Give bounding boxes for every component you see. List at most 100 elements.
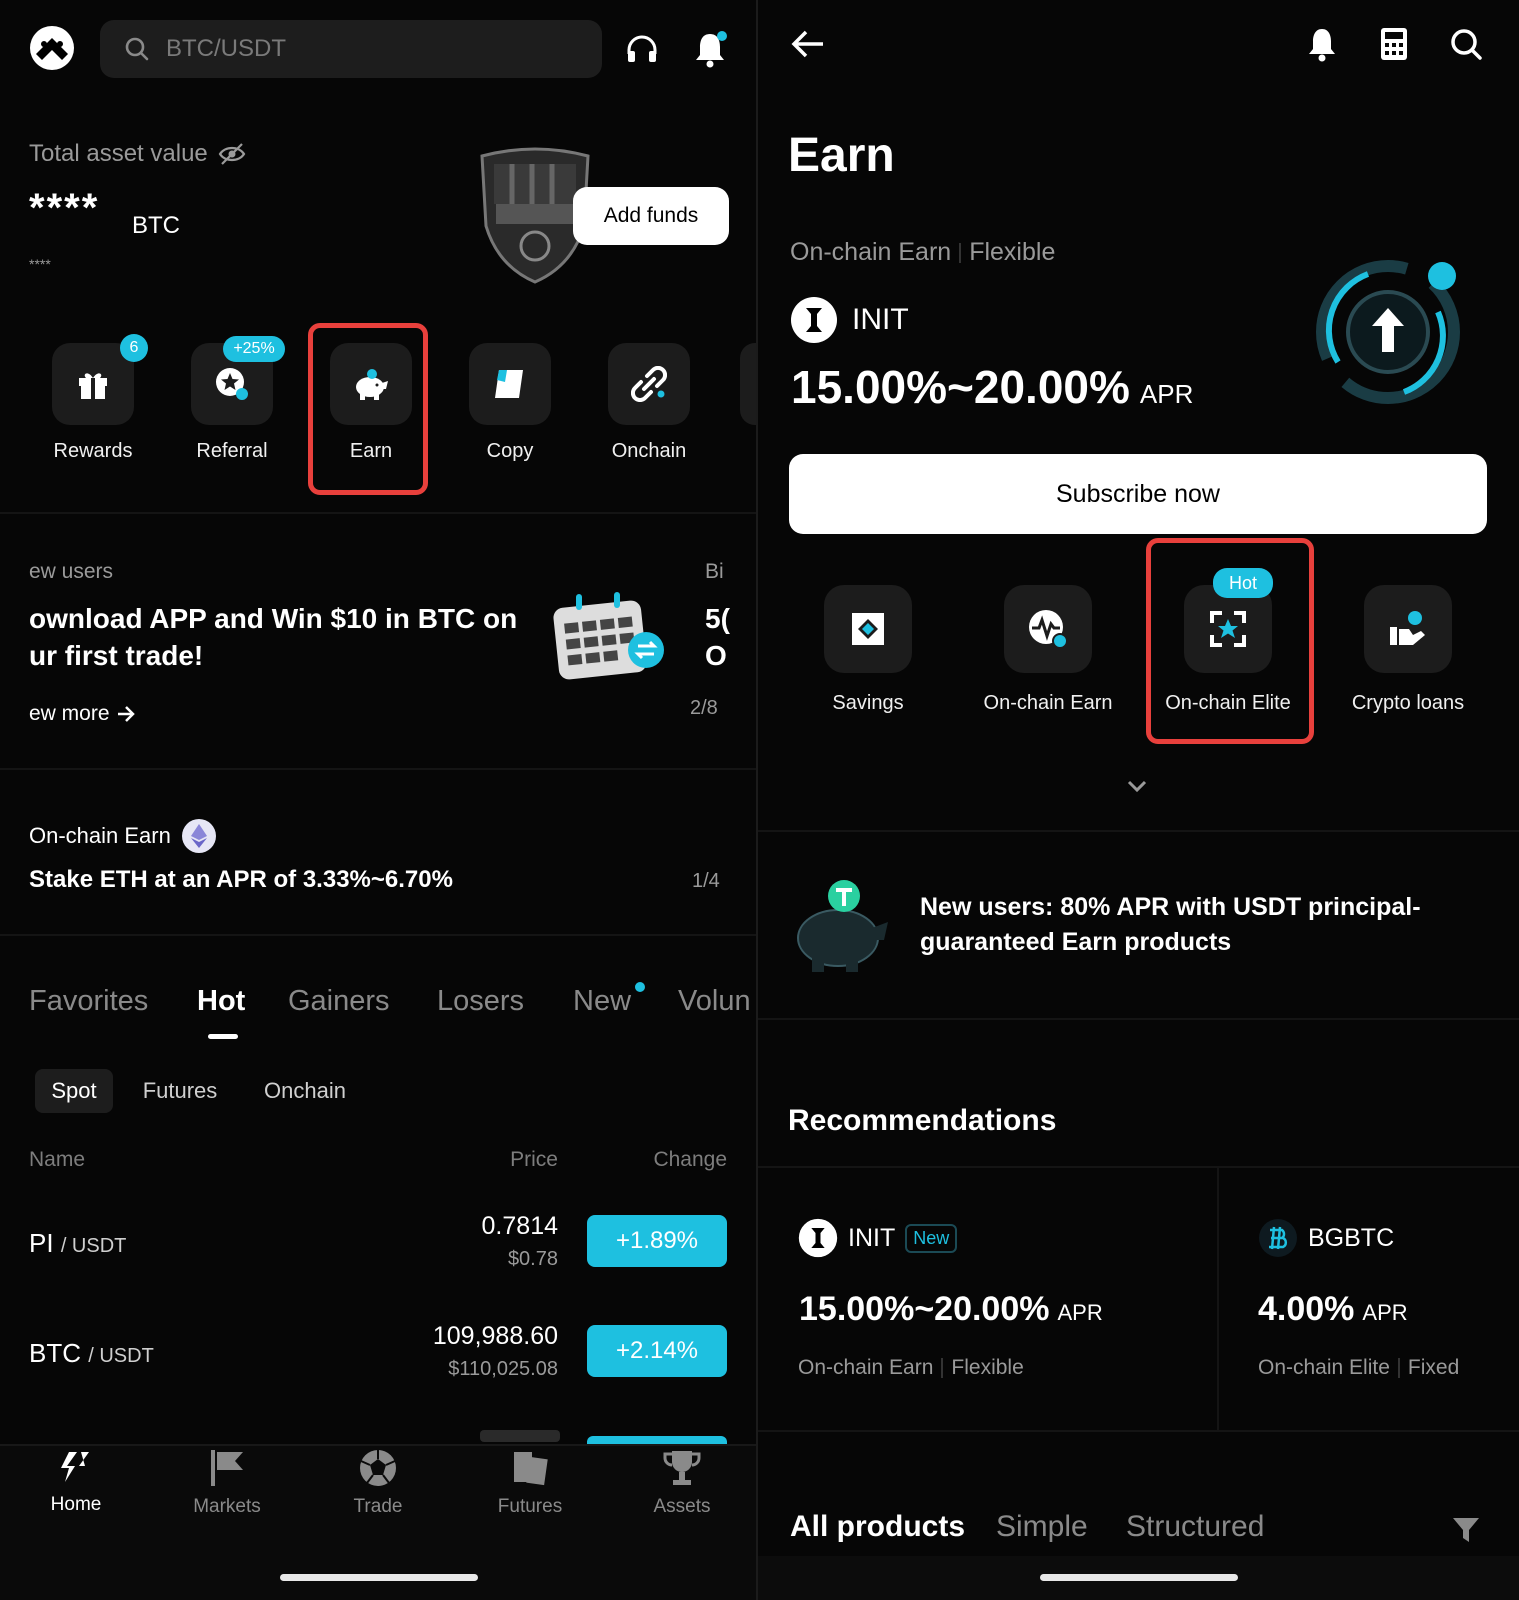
- hero-category: On-chain Earn: [790, 238, 952, 266]
- card-term: Fixed: [1407, 1356, 1460, 1379]
- app-logo-icon[interactable]: [28, 24, 76, 72]
- promo-title-line1: ownload APP and Win $10 in BTC on: [29, 603, 518, 634]
- new-badge: New: [905, 1223, 958, 1253]
- tab-losers[interactable]: Losers: [437, 985, 524, 1018]
- card-apr-value: 4.00%: [1258, 1290, 1355, 1328]
- search-bar[interactable]: BTC/USDT: [100, 20, 602, 78]
- card-apr: 4.00% APR: [1258, 1290, 1408, 1329]
- nav-assets-label: Assets: [653, 1496, 711, 1517]
- subtab-onchain[interactable]: Onchain: [252, 1069, 358, 1113]
- change-badge[interactable]: +2.14%: [587, 1325, 727, 1377]
- tab-structured[interactable]: Structured: [1126, 1510, 1264, 1544]
- tab-hot[interactable]: Hot: [197, 985, 245, 1018]
- tab-favorites[interactable]: Favorites: [29, 985, 148, 1018]
- onchain-button[interactable]: [608, 343, 690, 425]
- crypto-loans-label: Crypto loans: [1351, 692, 1465, 714]
- futures-cards-icon: [514, 1452, 548, 1486]
- new-user-banner-line1: New users: 80% APR with USDT principal-: [920, 893, 1421, 921]
- new-user-banner-line2: guaranteed Earn products: [920, 928, 1232, 956]
- back-arrow-icon[interactable]: [788, 24, 828, 64]
- support-headset-icon[interactable]: [622, 30, 662, 70]
- hero-coin-name: INIT: [852, 303, 909, 336]
- notification-bell-icon[interactable]: [690, 28, 730, 70]
- search-icon: [125, 37, 149, 61]
- hero-apr: 15.00%~20.00% APR: [791, 360, 1193, 414]
- piggy-bank-illustration: [792, 878, 892, 976]
- card-apr-label: APR: [1057, 1300, 1103, 1325]
- new-user-banner-text[interactable]: New users: 80% APR with USDT principal- …: [920, 890, 1421, 960]
- soccer-ball-icon: [360, 1450, 396, 1486]
- tab-simple[interactable]: Simple: [996, 1510, 1088, 1544]
- savings-label: Savings: [832, 692, 904, 714]
- nav-markets-label: Markets: [193, 1496, 261, 1517]
- promo-title-line2: ur first trade!: [29, 640, 204, 671]
- hero-apr-value: 15.00%~20.00%: [791, 361, 1130, 413]
- copy-label: Copy: [486, 440, 534, 462]
- tab-new[interactable]: New: [573, 985, 631, 1018]
- gift-icon: [79, 373, 107, 399]
- asset-label: Total asset value: [29, 140, 208, 167]
- column-change-header[interactable]: Change: [653, 1148, 727, 1172]
- pair-base: PI: [29, 1228, 54, 1258]
- nav-trade[interactable]: Trade: [308, 1448, 448, 1518]
- arrow-right-icon: [117, 706, 135, 722]
- subtab-futures[interactable]: Futures: [132, 1069, 228, 1113]
- promo-title[interactable]: ownload APP and Win $10 in BTC on ur fir…: [29, 600, 517, 674]
- copy-button[interactable]: [469, 343, 551, 425]
- nav-home[interactable]: Home: [6, 1448, 146, 1516]
- card-coin: BGBTC: [1258, 1218, 1394, 1258]
- subtab-spot[interactable]: Spot: [35, 1069, 113, 1113]
- subscribe-now-button[interactable]: Subscribe now: [789, 454, 1487, 534]
- onchain-earn-button[interactable]: [1004, 585, 1092, 673]
- nav-assets[interactable]: Assets: [612, 1448, 752, 1518]
- upload-rotation-illustration: [1308, 252, 1468, 412]
- hero-meta: On-chain Earn Flexible: [790, 238, 1055, 267]
- rewards-label: Rewards: [53, 440, 133, 462]
- promo-link-text: ew more: [29, 702, 110, 725]
- page-title: Earn: [788, 129, 895, 182]
- recommendations-title: Recommendations: [788, 1104, 1057, 1137]
- hand-coin-icon: [1390, 611, 1425, 645]
- onchain-banner-title: On-chain Earn: [29, 823, 171, 848]
- referral-label: Referral: [196, 440, 268, 462]
- nav-futures[interactable]: Futures: [460, 1448, 600, 1518]
- pair-quote: / USDT: [60, 1235, 127, 1257]
- hero-apr-label: APR: [1139, 379, 1194, 409]
- pulse-chart-icon: [1029, 610, 1068, 649]
- nav-trade-label: Trade: [353, 1496, 403, 1517]
- column-price-header[interactable]: Price: [510, 1148, 558, 1172]
- onchain-banner-header: On-chain Earn: [29, 818, 217, 854]
- tab-volume[interactable]: Volun: [678, 985, 751, 1018]
- change-badge[interactable]: +1.89%: [587, 1215, 727, 1267]
- nav-markets[interactable]: Markets: [157, 1448, 297, 1518]
- home-indicator: [280, 1574, 478, 1581]
- filter-funnel-icon[interactable]: [1450, 1514, 1482, 1546]
- savings-box-icon: [852, 613, 884, 645]
- promo-view-more-link[interactable]: ew more: [29, 702, 136, 726]
- chevron-down-icon[interactable]: [1122, 776, 1152, 796]
- search-icon[interactable]: [1446, 24, 1486, 64]
- card-coin-name: INIT: [848, 1223, 896, 1252]
- init-coin-icon: [791, 297, 837, 343]
- asset-masked-sub: ****: [29, 256, 51, 272]
- onchain-banner-pager: 1/4: [692, 870, 720, 892]
- more-actions-tile[interactable]: [740, 343, 756, 425]
- hide-balance-icon[interactable]: [218, 142, 246, 166]
- promo-side-tag: Bi: [705, 560, 724, 583]
- crypto-loans-button[interactable]: [1364, 585, 1452, 673]
- savings-button[interactable]: [824, 585, 912, 673]
- card-apr-value: 15.00%~20.00%: [799, 1290, 1050, 1328]
- promo-pager: 2/8: [690, 697, 718, 719]
- notification-bell-icon[interactable]: [1302, 24, 1342, 64]
- partial-row-price: [480, 1430, 560, 1442]
- tab-all-products[interactable]: All products: [790, 1510, 965, 1544]
- section-divider: [758, 830, 1519, 832]
- column-name-header[interactable]: Name: [29, 1148, 85, 1172]
- tab-gainers[interactable]: Gainers: [288, 985, 390, 1018]
- promo-side-title[interactable]: 5( O: [705, 600, 730, 674]
- onchain-label: Onchain: [611, 440, 687, 462]
- calculator-icon[interactable]: [1374, 24, 1414, 64]
- add-funds-button[interactable]: Add funds: [573, 187, 729, 245]
- onchain-banner-text[interactable]: Stake ETH at an APR of 3.33%~6.70%: [29, 866, 453, 894]
- onchain-earn-label: On-chain Earn: [983, 692, 1113, 714]
